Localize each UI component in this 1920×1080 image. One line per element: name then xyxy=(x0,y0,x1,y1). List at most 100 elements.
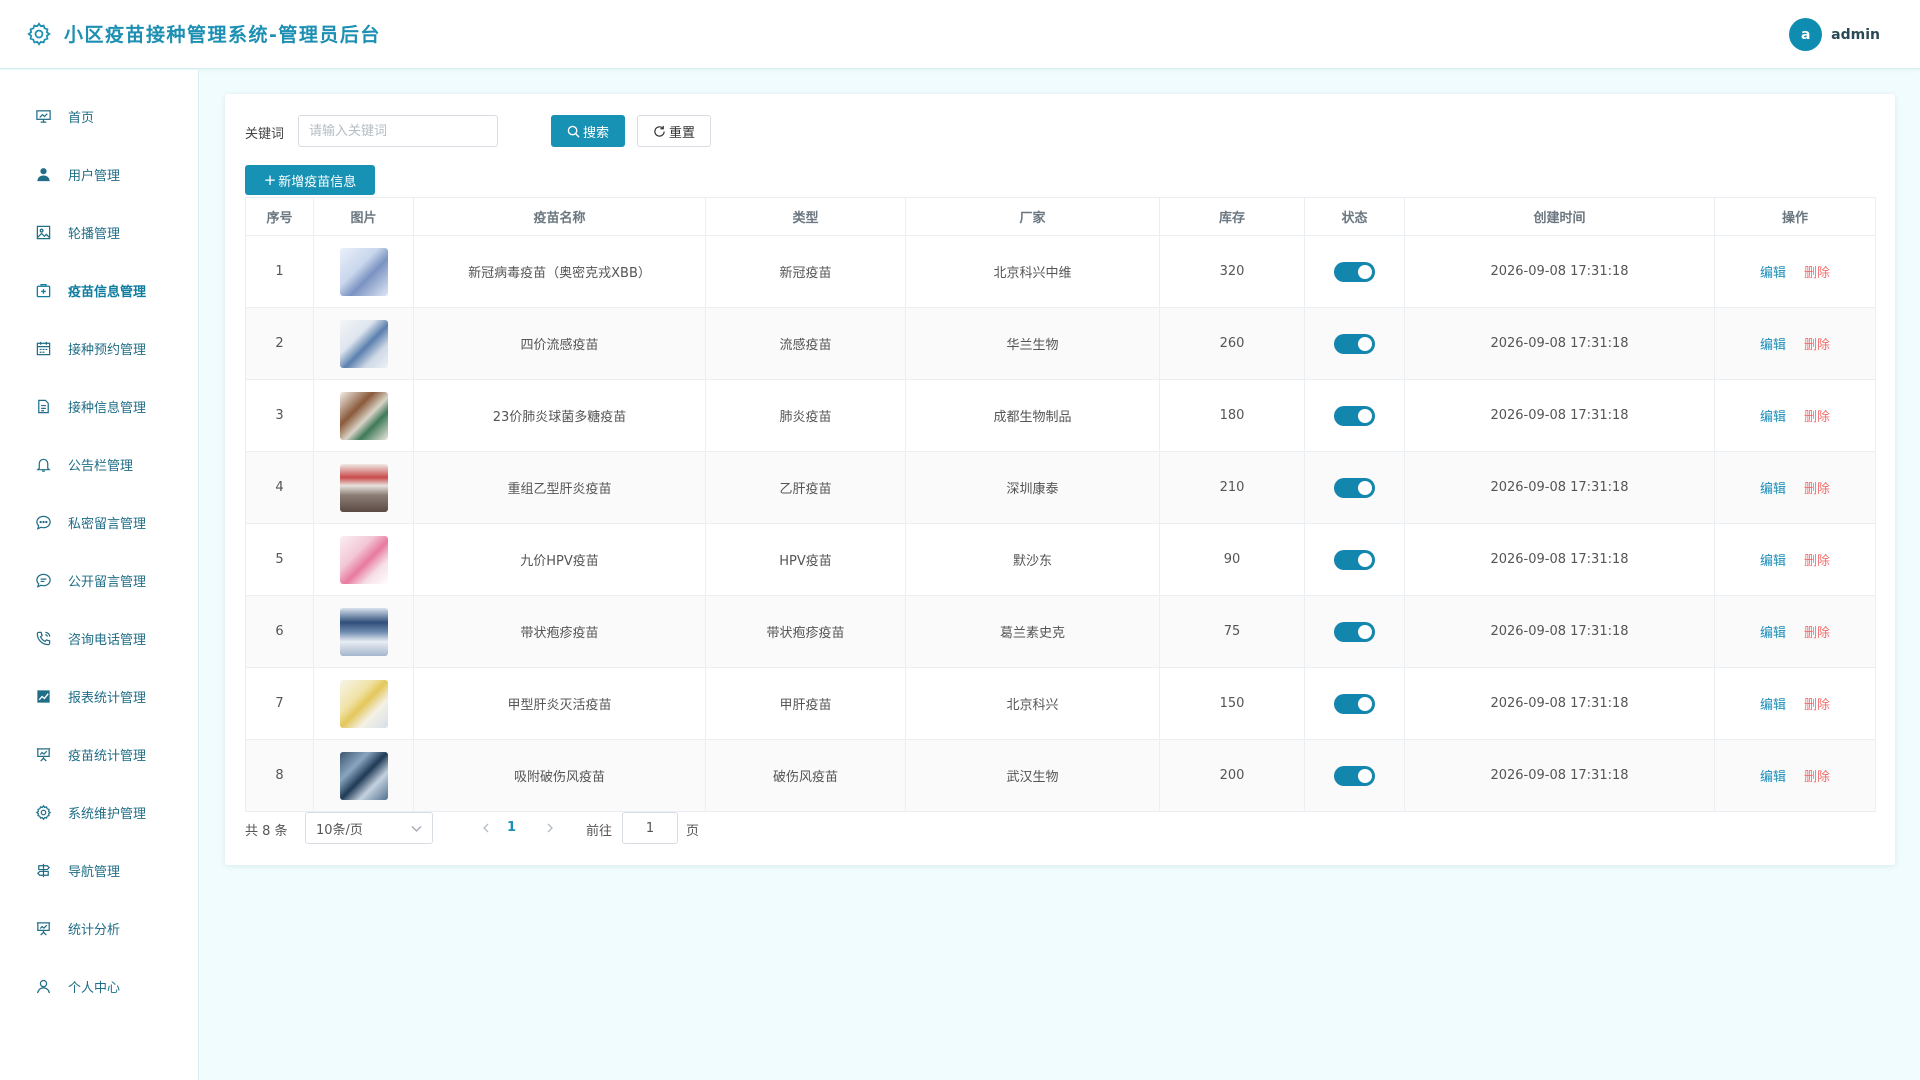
delete-button[interactable]: 删除 xyxy=(1804,698,1830,713)
vaccine-image[interactable] xyxy=(339,751,388,800)
delete-button[interactable]: 删除 xyxy=(1804,266,1830,281)
vaccine-maker: 默沙东 xyxy=(905,523,1160,596)
sidebar-item-private-messages[interactable]: 私密留言管理 xyxy=(0,502,198,542)
add-vaccine-button[interactable]: + 新增疫苗信息 xyxy=(245,165,375,195)
sidebar-item-navigation[interactable]: 导航管理 xyxy=(0,850,198,890)
keyword-input[interactable] xyxy=(298,115,498,147)
sidebar-item-label: 导航管理 xyxy=(68,864,121,880)
vaccine-image[interactable] xyxy=(339,607,388,656)
edit-button[interactable]: 编辑 xyxy=(1760,266,1786,281)
edit-button[interactable]: 编辑 xyxy=(1760,410,1786,425)
vaccine-table: 序号 图片 疫苗名称 类型 厂家 库存 状态 创建时间 操作 1 新冠病毒疫苗（… xyxy=(245,197,1876,812)
delete-button[interactable]: 删除 xyxy=(1804,482,1830,497)
sidebar-item-label: 个人中心 xyxy=(68,980,121,996)
edit-button[interactable]: 编辑 xyxy=(1760,770,1786,785)
status-toggle[interactable] xyxy=(1334,477,1375,498)
avatar[interactable]: a xyxy=(1789,18,1823,51)
vaccine-type: 肺炎疫苗 xyxy=(705,379,906,452)
sidebar-item-vaccine-info[interactable]: 疫苗信息管理 xyxy=(0,270,198,310)
sidebar-item-vaccination-info[interactable]: 接种信息管理 xyxy=(0,386,198,426)
vaccine-name: 四价流感疫苗 xyxy=(413,307,706,380)
sidebar-item-label: 轮播管理 xyxy=(68,226,121,242)
reset-button[interactable]: 重置 xyxy=(637,115,711,147)
sidebar-item-report-stats[interactable]: 报表统计管理 xyxy=(0,676,198,716)
vaccine-image[interactable] xyxy=(339,679,388,728)
sidebar-item-public-messages[interactable]: 公开留言管理 xyxy=(0,560,198,600)
vaccine-image[interactable] xyxy=(339,535,388,584)
edit-button[interactable]: 编辑 xyxy=(1760,338,1786,353)
total-count: 共 8 条 xyxy=(245,824,288,839)
username[interactable]: admin xyxy=(1831,27,1880,43)
table-row: 2 四价流感疫苗 流感疫苗 华兰生物 260 2026-09-08 17:31:… xyxy=(245,307,1876,380)
edit-button[interactable]: 编辑 xyxy=(1760,554,1786,569)
vaccine-type: 新冠疫苗 xyxy=(705,235,906,308)
vaccine-type: HPV疫苗 xyxy=(705,523,906,596)
vaccine-image[interactable] xyxy=(339,319,388,368)
vaccine-stock: 320 xyxy=(1159,235,1305,308)
status-toggle[interactable] xyxy=(1334,405,1375,426)
created-time: 2026-09-08 17:31:18 xyxy=(1404,451,1715,524)
status-toggle[interactable] xyxy=(1334,333,1375,354)
vaccine-type: 乙肝疫苗 xyxy=(705,451,906,524)
document-icon xyxy=(34,397,52,415)
edit-button[interactable]: 编辑 xyxy=(1760,482,1786,497)
sidebar-item-users[interactable]: 用户管理 xyxy=(0,154,198,194)
sidebar-item-label: 首页 xyxy=(68,110,95,126)
vaccine-image[interactable] xyxy=(339,391,388,440)
vaccine-stock: 75 xyxy=(1159,595,1305,668)
sidebar-item-maintenance[interactable]: 系统维护管理 xyxy=(0,792,198,832)
edit-button[interactable]: 编辑 xyxy=(1760,698,1786,713)
keyword-label: 关键词 xyxy=(245,127,285,142)
status-toggle[interactable] xyxy=(1334,261,1375,282)
table-row: 7 甲型肝炎灭活疫苗 甲肝疫苗 北京科兴 150 2026-09-08 17:3… xyxy=(245,667,1876,740)
sidebar-item-notices[interactable]: 公告栏管理 xyxy=(0,444,198,484)
content-card: 关键词 搜索 重置 + 新增疫苗信息 序号 图片 疫苗名称 类型 厂家 xyxy=(225,94,1895,865)
edit-button[interactable]: 编辑 xyxy=(1760,626,1786,641)
delete-button[interactable]: 删除 xyxy=(1804,770,1830,785)
row-index: 6 xyxy=(245,595,314,668)
sidebar-item-vaccine-stats[interactable]: 疫苗统计管理 xyxy=(0,734,198,774)
next-page-button[interactable] xyxy=(543,820,557,836)
created-time: 2026-09-08 17:31:18 xyxy=(1404,523,1715,596)
vaccine-type: 流感疫苗 xyxy=(705,307,906,380)
goto-page-input[interactable] xyxy=(622,812,678,844)
created-time: 2026-09-08 17:31:18 xyxy=(1404,235,1715,308)
row-index: 2 xyxy=(245,307,314,380)
sidebar-item-label: 私密留言管理 xyxy=(68,516,147,532)
sidebar-item-home[interactable]: 首页 xyxy=(0,96,198,136)
created-time: 2026-09-08 17:31:18 xyxy=(1404,739,1715,812)
prev-page-button[interactable] xyxy=(479,820,493,836)
sidebar-item-label: 接种信息管理 xyxy=(68,400,147,416)
user-menu[interactable]: a admin xyxy=(1789,18,1880,51)
delete-button[interactable]: 删除 xyxy=(1804,410,1830,425)
status-toggle[interactable] xyxy=(1334,693,1375,714)
sidebar-item-carousel[interactable]: 轮播管理 xyxy=(0,212,198,252)
sidebar-item-appointments[interactable]: 接种预约管理 xyxy=(0,328,198,368)
page-size-select[interactable]: 10条/页 xyxy=(305,812,433,844)
delete-button[interactable]: 删除 xyxy=(1804,554,1830,569)
column-header: 创建时间 xyxy=(1404,197,1715,236)
status-toggle[interactable] xyxy=(1334,621,1375,642)
chevron-down-icon xyxy=(411,826,422,832)
sidebar-item-profile[interactable]: 个人中心 xyxy=(0,966,198,1006)
status-toggle[interactable] xyxy=(1334,549,1375,570)
search-button[interactable]: 搜索 xyxy=(551,115,625,147)
table-row: 6 带状疱疹疫苗 带状疱疹疫苗 葛兰素史克 75 2026-09-08 17:3… xyxy=(245,595,1876,668)
vaccine-name: 重组乙型肝炎疫苗 xyxy=(413,451,706,524)
page-size-value: 10条/页 xyxy=(316,822,363,838)
delete-button[interactable]: 删除 xyxy=(1804,338,1830,353)
status-toggle[interactable] xyxy=(1334,765,1375,786)
created-time: 2026-09-08 17:31:18 xyxy=(1404,667,1715,740)
gear-logo-icon xyxy=(26,21,52,47)
vaccine-image[interactable] xyxy=(339,247,388,296)
page-number[interactable]: 1 xyxy=(507,820,516,835)
row-index: 7 xyxy=(245,667,314,740)
sidebar-item-analytics[interactable]: 统计分析 xyxy=(0,908,198,948)
sidebar-item-hotline[interactable]: 咨询电话管理 xyxy=(0,618,198,658)
presentation-icon xyxy=(34,919,52,937)
delete-button[interactable]: 删除 xyxy=(1804,626,1830,641)
vaccine-name: 九价HPV疫苗 xyxy=(413,523,706,596)
vaccine-maker: 武汉生物 xyxy=(905,739,1160,812)
row-index: 5 xyxy=(245,523,314,596)
vaccine-image[interactable] xyxy=(339,463,388,512)
